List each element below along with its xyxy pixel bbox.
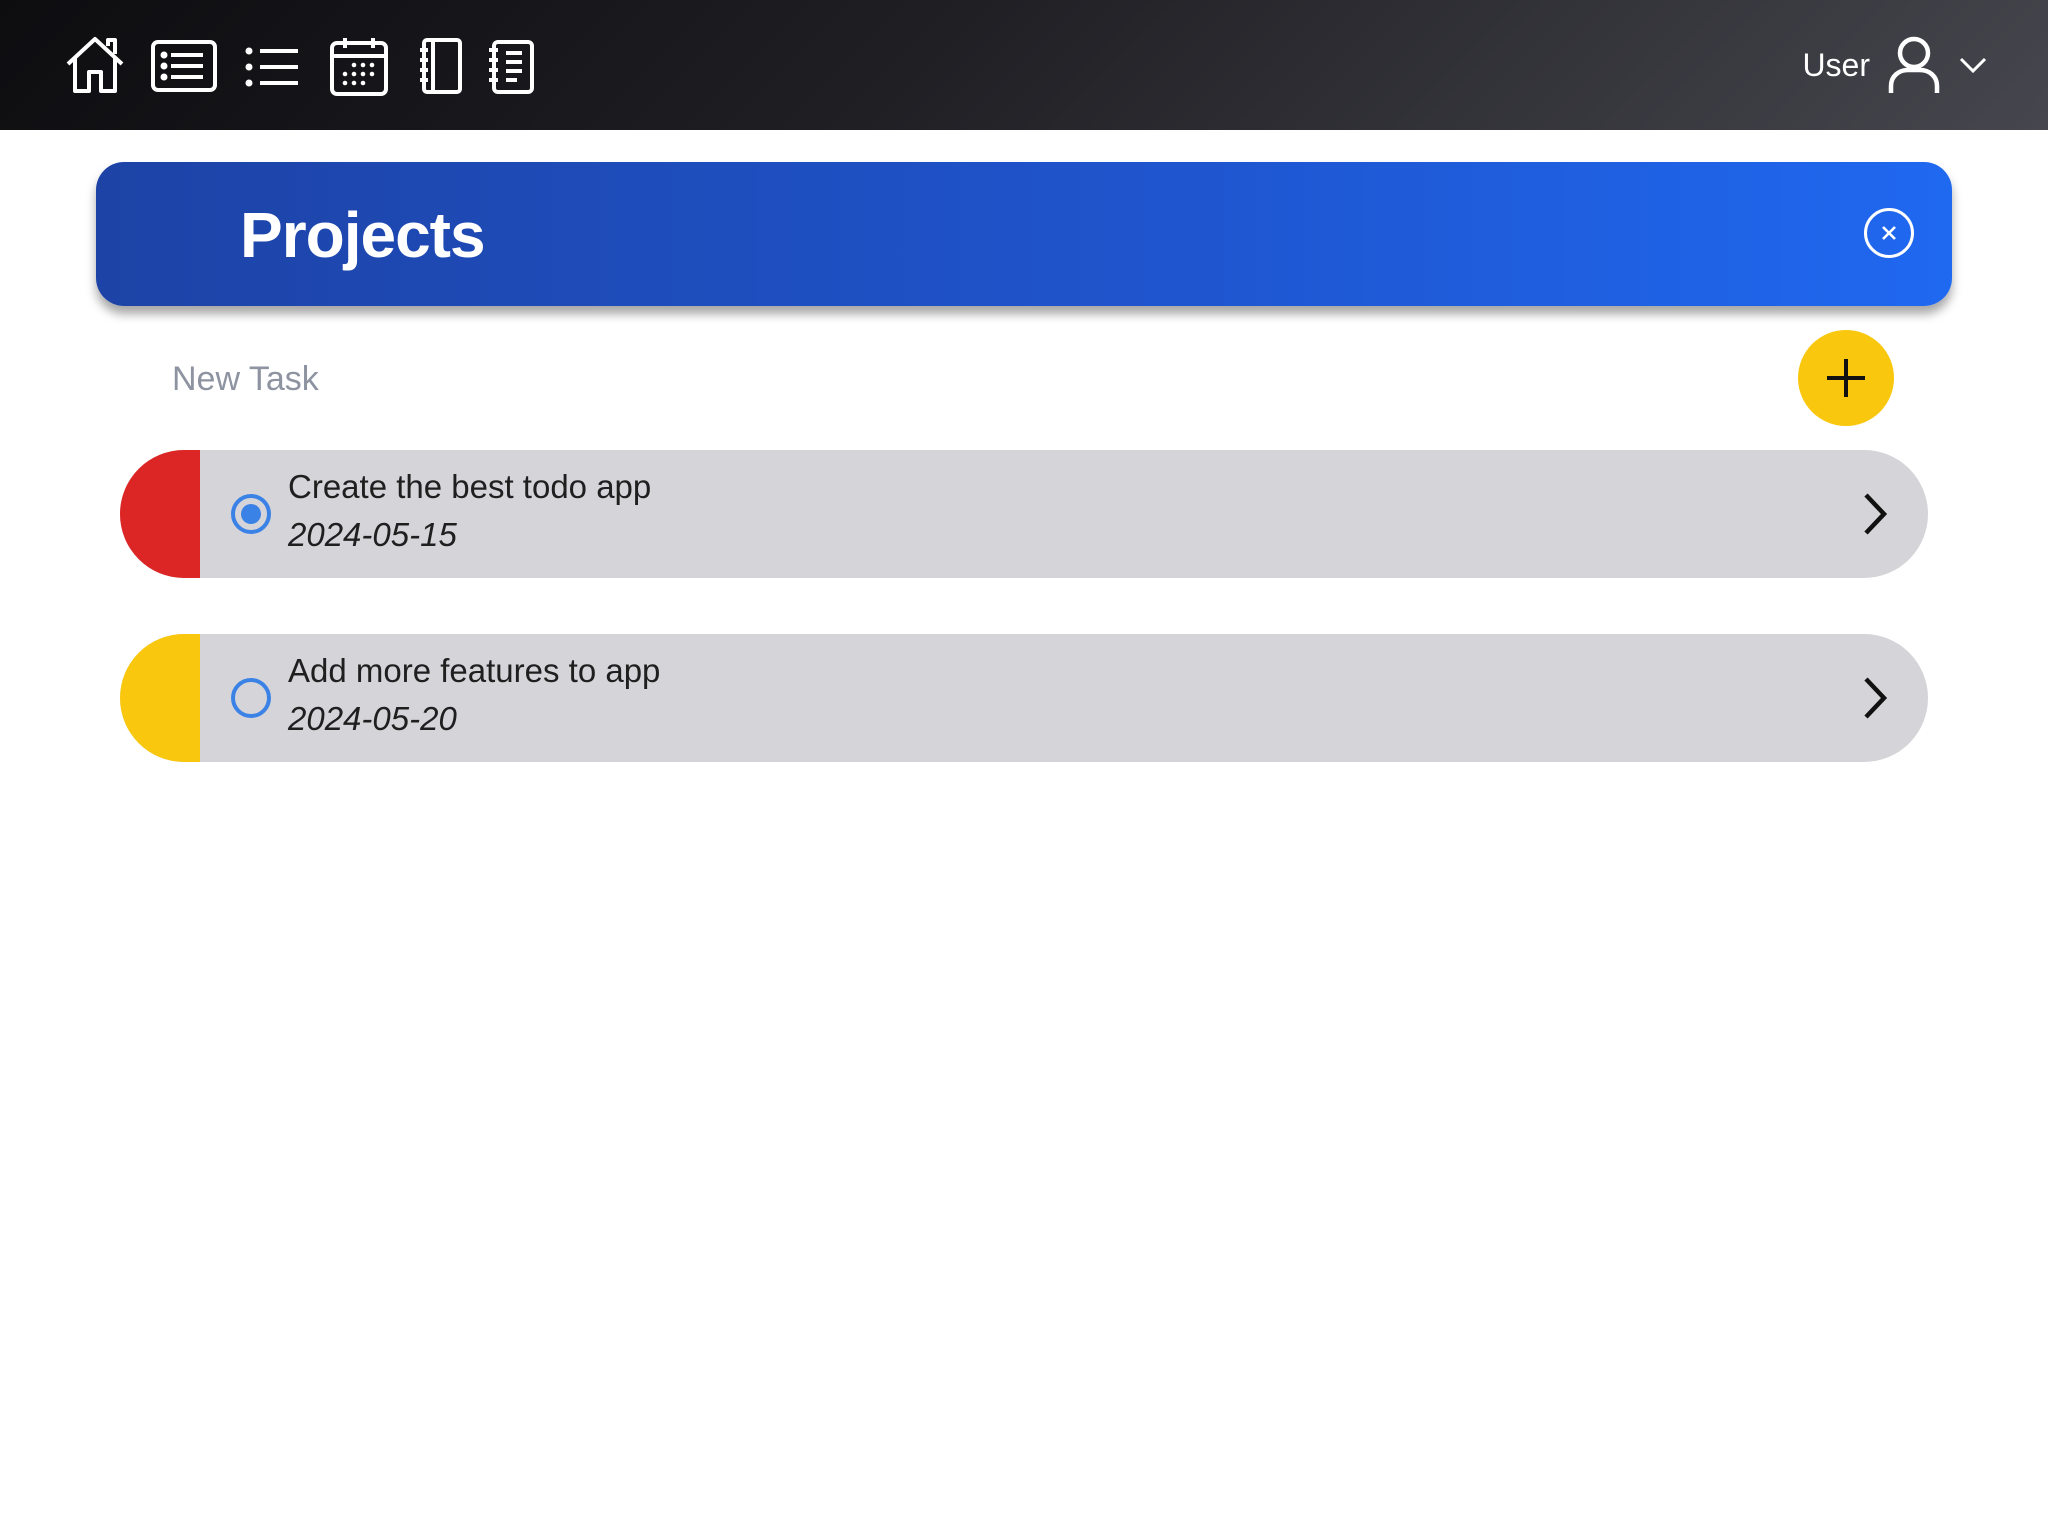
task-title: Add more features to app <box>288 652 661 689</box>
home-icon[interactable] <box>64 34 126 96</box>
task-row[interactable]: Add more features to app 2024-05-20 <box>120 634 1928 762</box>
task-title: Create the best todo app <box>288 468 652 505</box>
notepad-icon[interactable] <box>487 40 535 94</box>
user-menu[interactable]: User <box>1802 30 1988 100</box>
chevron-down-icon[interactable] <box>1958 55 1988 75</box>
user-icon[interactable] <box>1888 36 1940 94</box>
task-row[interactable]: Create the best todo app 2024-05-15 <box>120 450 1928 578</box>
calendar-icon[interactable] <box>330 36 388 96</box>
radio-selected-dot <box>241 504 261 524</box>
chevron-right-icon[interactable] <box>1862 492 1888 536</box>
task-date: 2024-05-20 <box>288 700 457 737</box>
task-radio-button[interactable] <box>231 678 271 718</box>
user-label: User <box>1802 46 1870 83</box>
task-radio-button[interactable] <box>231 494 271 534</box>
priority-indicator <box>120 450 200 578</box>
add-task-button[interactable] <box>1798 330 1894 426</box>
page-title: Projects <box>240 199 486 271</box>
list-box-icon[interactable] <box>151 40 217 92</box>
chevron-right-icon[interactable] <box>1862 676 1888 720</box>
priority-indicator <box>120 634 200 762</box>
new-task-input[interactable] <box>170 350 1674 408</box>
bullet-list-icon[interactable] <box>244 46 300 88</box>
projects-header: Projects <box>96 162 1952 306</box>
plus-icon <box>1827 359 1865 397</box>
close-button[interactable] <box>1864 208 1914 258</box>
task-date: 2024-05-15 <box>288 516 457 553</box>
close-icon <box>1882 226 1896 240</box>
notebook-icon[interactable] <box>418 38 462 94</box>
top-navigation-bar: User <box>0 0 2048 130</box>
